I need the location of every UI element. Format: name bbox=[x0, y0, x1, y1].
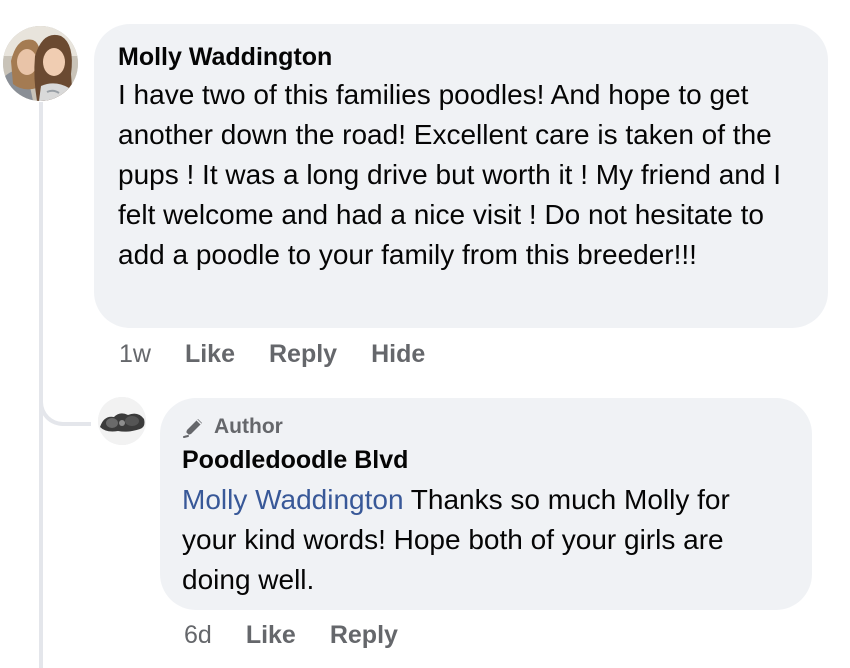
like-button[interactable]: Like bbox=[185, 340, 235, 369]
author-badge-label: Author bbox=[214, 415, 283, 438]
comment-actions: 1w Like Reply Hide bbox=[119, 336, 425, 372]
mention-link[interactable]: Molly Waddington bbox=[182, 484, 404, 515]
hide-button[interactable]: Hide bbox=[371, 340, 425, 369]
profile-photo bbox=[3, 26, 78, 101]
reply-timestamp[interactable]: 6d bbox=[184, 621, 212, 650]
reply-reply-button[interactable]: Reply bbox=[330, 621, 398, 650]
avatar[interactable] bbox=[3, 26, 78, 101]
comment-author-name[interactable]: Molly Waddington bbox=[118, 41, 802, 73]
reply-text: Molly Waddington Thanks so much Molly fo… bbox=[182, 480, 792, 600]
reply-author-name[interactable]: Poodledoodle Blvd bbox=[182, 444, 792, 476]
comment-timestamp[interactable]: 1w bbox=[119, 340, 151, 369]
reply-avatar[interactable] bbox=[98, 397, 146, 445]
reply-connector-line bbox=[39, 380, 91, 426]
comment-bubble: Molly Waddington I have two of this fami… bbox=[94, 24, 828, 328]
page-profile-photo bbox=[98, 397, 146, 445]
reply-bubble: Author Poodledoodle Blvd Molly Waddingto… bbox=[160, 398, 812, 610]
comment-text: I have two of this families poodles! And… bbox=[118, 79, 781, 270]
reply-like-button[interactable]: Like bbox=[246, 621, 296, 650]
reply-actions: 6d Like Reply bbox=[184, 617, 398, 653]
author-badge: Author bbox=[182, 412, 792, 442]
reply-button[interactable]: Reply bbox=[269, 340, 337, 369]
pen-icon bbox=[183, 419, 202, 438]
